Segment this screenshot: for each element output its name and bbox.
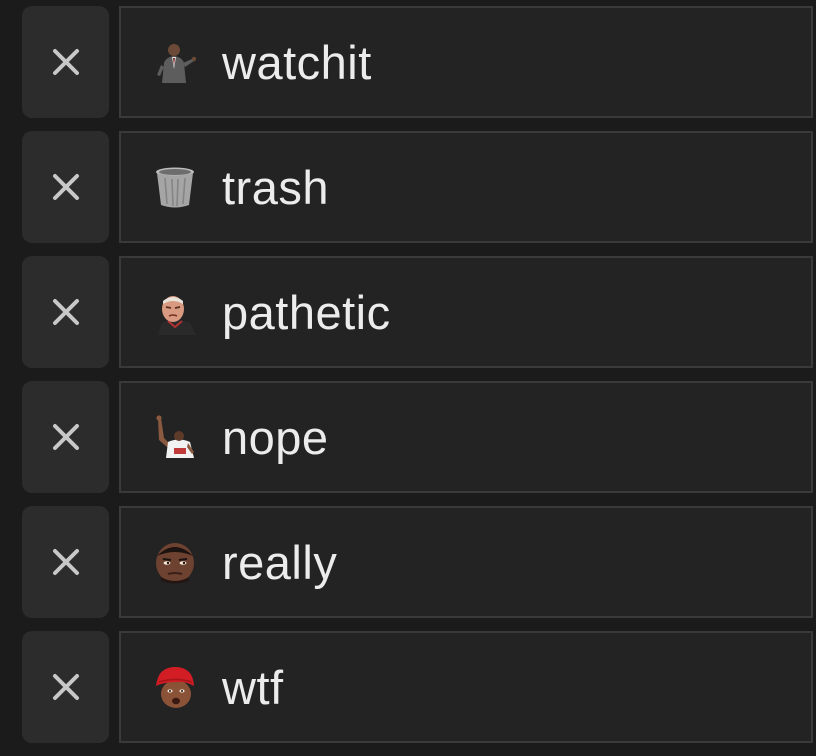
remove-command-button[interactable]	[22, 6, 109, 118]
command-field[interactable]: watchit	[119, 6, 813, 118]
command-name: watchit	[222, 35, 372, 89]
command-field[interactable]: wtf	[119, 631, 813, 743]
command-row: wtf	[0, 625, 816, 743]
remove-command-button[interactable]	[22, 256, 109, 368]
command-name: wtf	[222, 660, 284, 714]
command-row: really	[0, 500, 816, 618]
close-icon	[52, 174, 79, 200]
remove-command-button[interactable]	[22, 131, 109, 243]
command-name: really	[222, 535, 338, 589]
close-icon	[52, 674, 79, 700]
remove-command-button[interactable]	[22, 381, 109, 493]
emote-command-list: watchit trash pathetic nope really wtf	[0, 0, 816, 756]
command-field[interactable]: really	[119, 506, 813, 618]
angry-man-face-icon	[152, 289, 198, 335]
command-field[interactable]: nope	[119, 381, 813, 493]
command-name: nope	[222, 410, 329, 464]
trash-can-icon	[152, 164, 198, 210]
command-row: nope	[0, 375, 816, 493]
skeptical-man-face-icon	[152, 539, 198, 585]
close-icon	[52, 424, 79, 450]
command-field[interactable]: trash	[119, 131, 813, 243]
person-raising-hand-icon	[152, 414, 198, 460]
command-field[interactable]: pathetic	[119, 256, 813, 368]
close-icon	[52, 49, 79, 75]
command-row: trash	[0, 125, 816, 243]
command-row: watchit	[0, 0, 816, 118]
remove-command-button[interactable]	[22, 631, 109, 743]
man-red-beanie-icon	[152, 664, 198, 710]
command-name: pathetic	[222, 285, 391, 339]
remove-command-button[interactable]	[22, 506, 109, 618]
close-icon	[52, 549, 79, 575]
command-name: trash	[222, 160, 329, 214]
command-row: pathetic	[0, 250, 816, 368]
man-in-suit-pointing-icon	[152, 39, 198, 85]
close-icon	[52, 299, 79, 325]
